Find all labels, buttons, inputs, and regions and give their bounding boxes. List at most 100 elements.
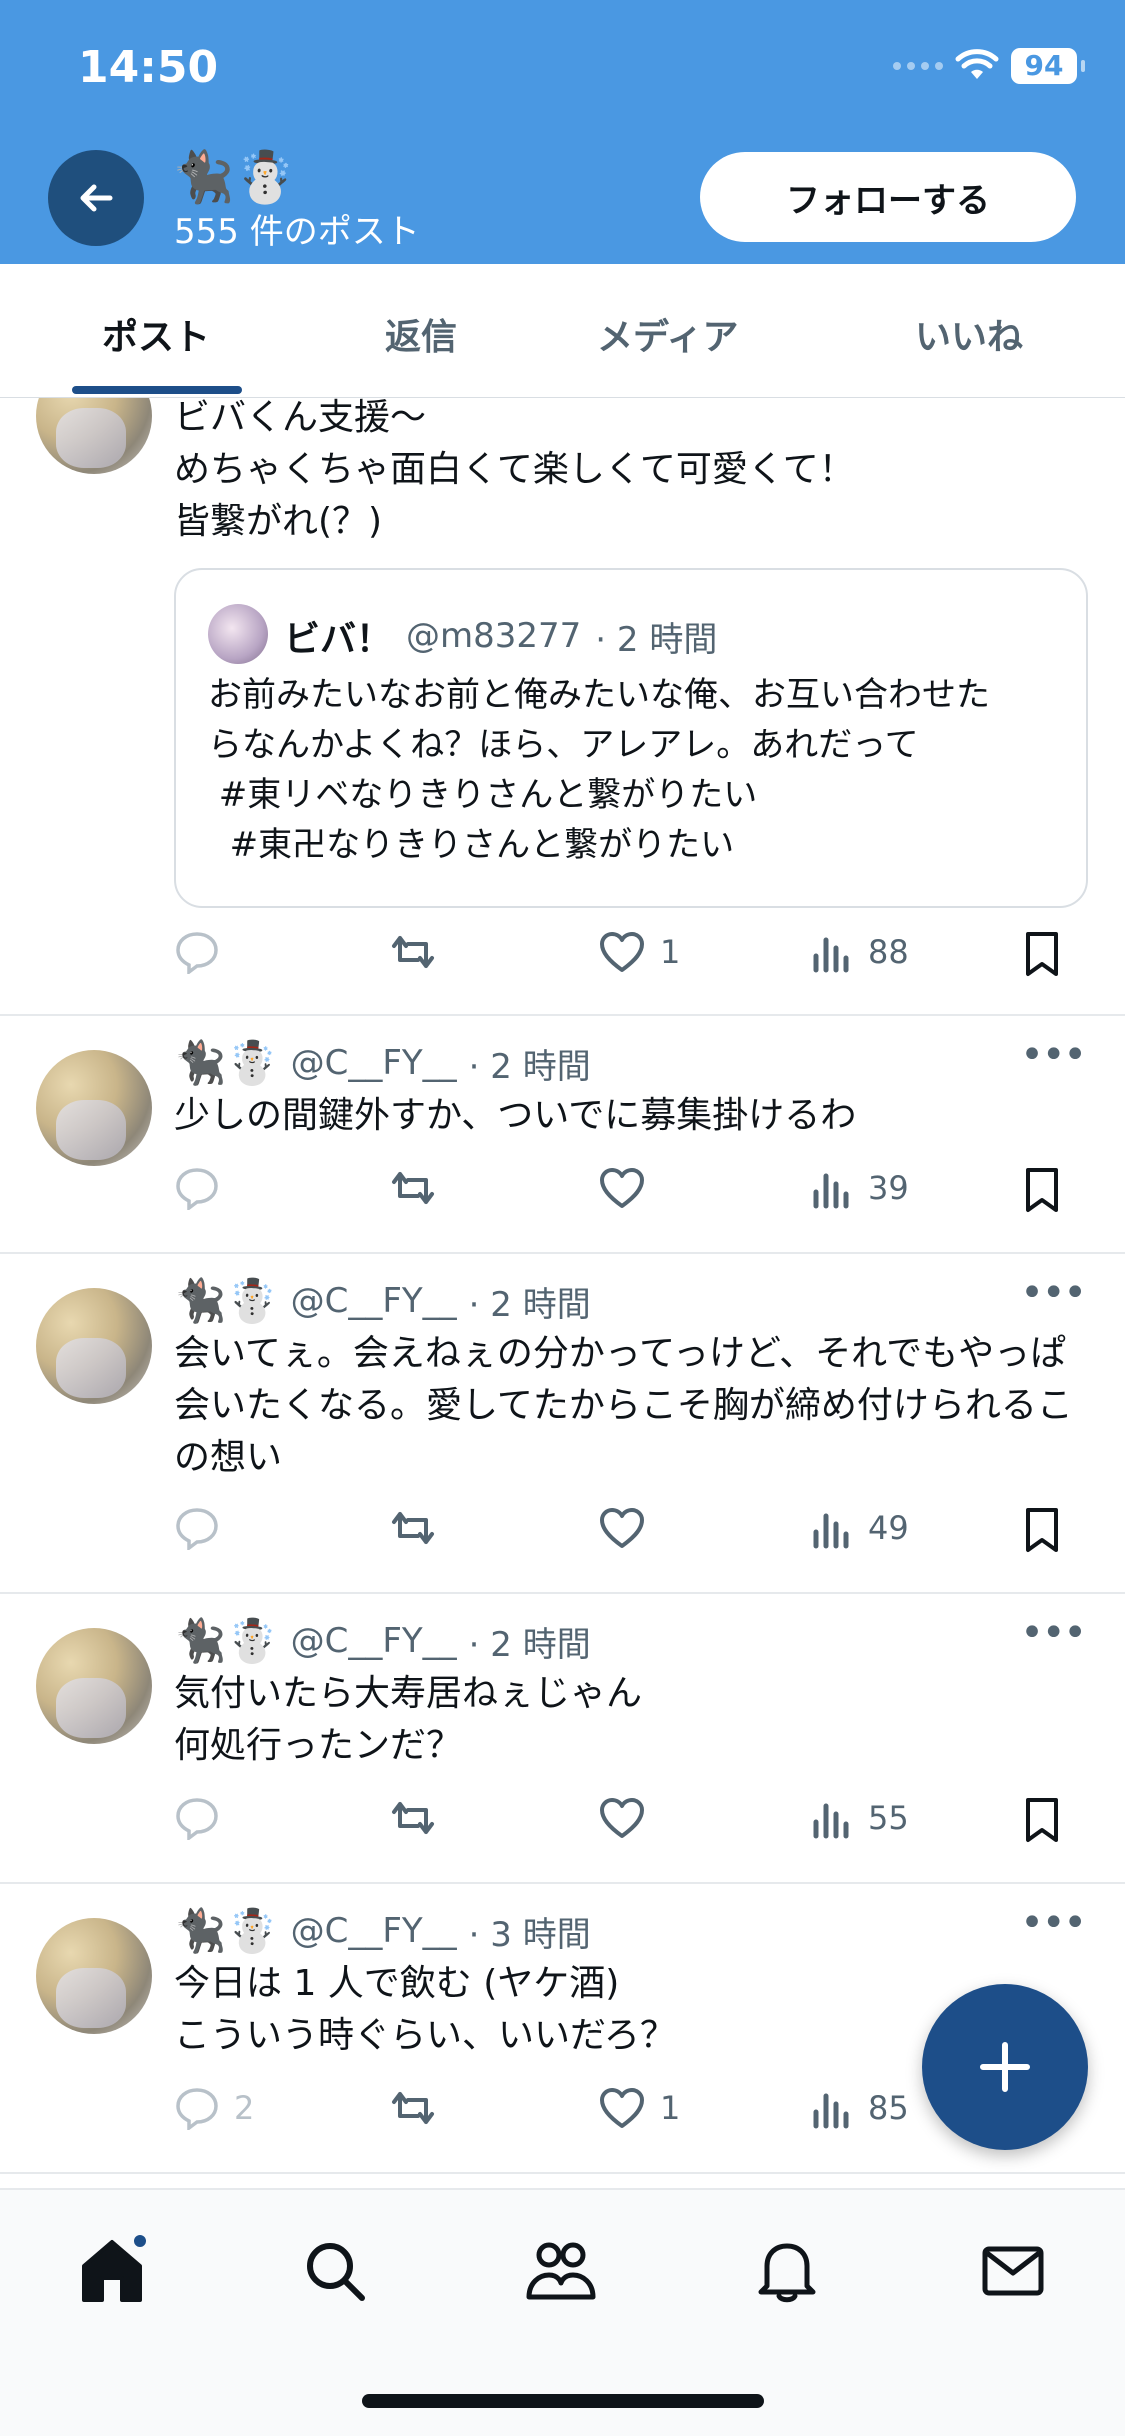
compose-button[interactable] <box>922 1984 1088 2150</box>
post-item[interactable]: ビバくん支援〜 めちゃくちゃ面白くて楽しくて可愛くて！ 皆繋がれ(？) ビバ！ … <box>0 398 1125 1016</box>
bookmark-button[interactable] <box>1022 1796 1062 1844</box>
repost-button[interactable] <box>386 1506 440 1550</box>
author-handle: @C__FY__ <box>290 1281 457 1321</box>
avatar[interactable] <box>36 1288 152 1404</box>
more-icon[interactable]: ••• <box>1020 1270 1087 1316</box>
avatar[interactable] <box>36 1050 152 1166</box>
bookmark-icon <box>1026 1508 1058 1552</box>
status-time: 14:50 <box>78 42 219 93</box>
views-icon <box>813 2093 849 2129</box>
views-button[interactable]: 85 <box>810 2086 909 2130</box>
nav-communities[interactable] <box>516 2226 606 2316</box>
nav-messages[interactable] <box>968 2226 1058 2316</box>
repost-icon <box>392 936 434 968</box>
views-icon <box>813 937 849 973</box>
heart-icon <box>600 1798 644 1838</box>
repost-button[interactable] <box>386 1796 440 1840</box>
messages-icon <box>982 2246 1044 2296</box>
author-emoji: 🐈‍⬛☃️ <box>174 1616 279 1665</box>
repost-icon <box>392 1802 434 1834</box>
like-button[interactable]: 1 <box>598 2086 680 2130</box>
repost-icon <box>392 1512 434 1544</box>
reply-icon <box>176 1508 218 1550</box>
battery-icon: 94 <box>1011 48 1077 84</box>
repost-icon <box>392 2092 434 2124</box>
avatar[interactable] <box>36 398 152 474</box>
notification-dot <box>131 2232 149 2250</box>
post-item[interactable]: 🐈‍⬛☃️ @C__FY__ · 2 時間 ••• 気付いたら大寿居ねぇじゃん … <box>0 1594 1125 1884</box>
tab-replies[interactable]: 返信 <box>385 308 457 360</box>
quote-handle: @m83277 <box>406 616 582 656</box>
reply-icon <box>176 1798 218 1840</box>
heart-icon <box>600 1168 644 1208</box>
tab-likes[interactable]: いいね <box>915 308 1023 360</box>
views-button[interactable]: 88 <box>810 930 909 974</box>
repost-button[interactable] <box>386 1166 440 1210</box>
nav-notifications[interactable] <box>742 2226 832 2316</box>
cellular-signal-icon <box>893 62 943 70</box>
profile-tabs: ポスト 返信 メディア いいね <box>0 264 1125 398</box>
bookmark-icon <box>1026 1798 1058 1842</box>
nav-home[interactable] <box>67 2226 157 2316</box>
more-icon[interactable]: ••• <box>1020 1610 1087 1656</box>
bookmark-button[interactable] <box>1022 1506 1062 1554</box>
quoted-post[interactable]: ビバ！ @m83277 · 2 時間 お前みたいなお前と俺みたいな俺、お互い合わ… <box>174 568 1088 908</box>
reply-icon <box>176 1168 218 1210</box>
timeline-feed[interactable]: ビバくん支援〜 めちゃくちゃ面白くて楽しくて可愛くて！ 皆繋がれ(？) ビバ！ … <box>0 398 1125 2188</box>
like-button[interactable] <box>598 1506 660 1550</box>
views-icon <box>813 1173 849 1209</box>
post-meta: 🐈‍⬛☃️ @C__FY__ · 2 時間 <box>174 1616 591 1666</box>
reply-button[interactable] <box>174 930 234 974</box>
author-emoji: 🐈‍⬛☃️ <box>174 1906 279 1955</box>
heart-icon <box>600 1508 644 1548</box>
bookmark-button[interactable] <box>1022 930 1062 978</box>
back-arrow-icon <box>80 184 113 212</box>
post-item[interactable]: 🐈‍⬛☃️ @C__FY__ · 2 時間 ••• 少しの間鍵外すか、ついでに募… <box>0 1016 1125 1254</box>
tab-media[interactable]: メディア <box>597 308 738 360</box>
profile-emoji: 🐈‍⬛☃️ <box>172 148 297 206</box>
quote-meta: ビバ！ @m83277 · 2 時間 <box>284 610 717 662</box>
quote-text: お前みたいなお前と俺みたいな俺、お互い合わせた らなんかよくね？ほら、アレアレ。… <box>208 675 990 865</box>
notifications-icon <box>758 2243 816 2303</box>
quote-time: · 2 時間 <box>595 619 718 660</box>
quote-author-name: ビバ！ <box>284 619 393 660</box>
post-text: 気付いたら大寿居ねぇじゃん 何処行ったンだ？ <box>174 1673 643 1766</box>
post-text: 会いてぇ。会えねぇの分かってっけど、それでもやっぱ 会いたくなる。愛してたからこ… <box>174 1333 1073 1478</box>
like-button[interactable]: 1 <box>598 930 680 974</box>
avatar[interactable] <box>36 1628 152 1744</box>
more-icon[interactable]: ••• <box>1020 1900 1087 1946</box>
reply-button[interactable] <box>174 1166 234 1210</box>
reply-button[interactable] <box>174 1506 234 1550</box>
bookmark-button[interactable] <box>1022 1166 1062 1214</box>
follow-button[interactable]: フォローする <box>700 152 1076 242</box>
tab-posts[interactable]: ポスト <box>102 308 210 360</box>
like-button[interactable] <box>598 1166 660 1210</box>
reply-button[interactable]: 2 <box>174 2086 254 2130</box>
author-emoji: 🐈‍⬛☃️ <box>174 1038 279 1087</box>
profile-name: 🐈‍⬛☃️ <box>172 148 297 207</box>
post-time: · 2 時間 <box>468 1284 591 1325</box>
profile-header: 14:50 94 🐈‍⬛☃️ 555 件のポスト フォローする <box>0 0 1125 264</box>
repost-button[interactable] <box>386 2086 440 2130</box>
like-button[interactable] <box>598 1796 660 1840</box>
views-button[interactable]: 39 <box>810 1166 909 1210</box>
views-button[interactable]: 49 <box>810 1506 909 1550</box>
views-icon <box>813 1513 849 1549</box>
repost-button[interactable] <box>386 930 440 974</box>
views-button[interactable]: 55 <box>810 1796 909 1840</box>
heart-icon <box>600 932 644 972</box>
author-handle: @C__FY__ <box>290 1043 457 1083</box>
bookmark-icon <box>1026 1168 1058 1212</box>
post-item[interactable]: 🐈‍⬛☃️ @C__FY__ · 2 時間 ••• 会いてぇ。会えねぇの分かって… <box>0 1254 1125 1594</box>
reply-icon <box>176 2088 218 2130</box>
wifi-icon <box>955 49 999 79</box>
reply-button[interactable] <box>174 1796 234 1840</box>
avatar[interactable] <box>36 1918 152 2034</box>
plus-icon <box>980 2042 1030 2092</box>
nav-search[interactable] <box>290 2226 380 2316</box>
post-time: · 2 時間 <box>468 1624 591 1665</box>
more-icon[interactable]: ••• <box>1020 1032 1087 1078</box>
post-text: 少しの間鍵外すか、ついでに募集掛けるわ <box>174 1095 857 1136</box>
back-button[interactable] <box>48 150 144 246</box>
reply-icon <box>176 932 218 974</box>
